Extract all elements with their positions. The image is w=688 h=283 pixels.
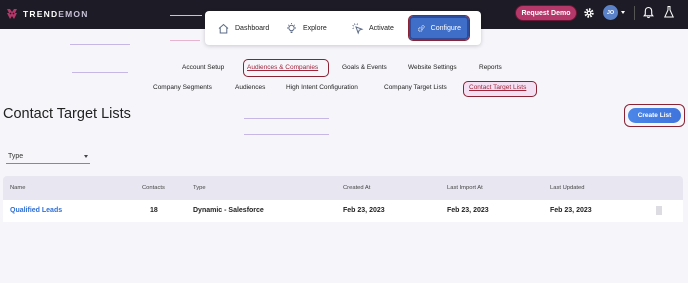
list-name-link[interactable]: Qualified Leads (10, 207, 62, 214)
nav-contact-target-lists[interactable]: Contact Target Lists (469, 84, 526, 91)
logo-icon (7, 9, 17, 19)
type-filter-label: Type (8, 153, 24, 160)
user-avatar[interactable]: JO (603, 5, 618, 20)
module-label: Configure (430, 24, 461, 32)
module-label: Explore (303, 24, 327, 32)
column-header[interactable]: Contacts (142, 185, 165, 191)
logo-text: TRENDEMON (23, 9, 89, 19)
render-artifact (244, 134, 329, 135)
nav-goals-events[interactable]: Goals & Events (342, 64, 387, 71)
create-list-button[interactable]: Create List (628, 108, 681, 123)
row-menu-icon[interactable] (656, 206, 662, 215)
settings-gear-icon[interactable] (583, 7, 595, 19)
lightbulb-icon (287, 22, 296, 33)
column-header[interactable]: Last Updated (550, 185, 584, 191)
chevron-down-icon[interactable] (621, 11, 625, 14)
nav-audiences[interactable]: Audiences (235, 84, 265, 91)
module-label: Dashboard (235, 24, 270, 32)
column-header[interactable]: Name (10, 185, 25, 191)
page-title: Contact Target Lists (3, 106, 131, 122)
module-menu: Dashboard Explore Activate Configure (205, 11, 481, 45)
created-at: Feb 23, 2023 (343, 207, 385, 214)
module-explore[interactable]: Explore (279, 16, 345, 40)
module-activate[interactable]: Activate (345, 16, 409, 40)
nav-company-segments[interactable]: Company Segments (153, 84, 212, 91)
table-row[interactable]: Qualified Leads 18 Dynamic - Salesforce … (3, 200, 683, 222)
chevron-down-icon (84, 155, 88, 158)
nav-website-settings[interactable]: Website Settings (408, 64, 457, 71)
divider (634, 6, 635, 20)
last-import-at: Feb 23, 2023 (447, 207, 489, 214)
home-icon (218, 23, 229, 33)
contacts-count: 18 (150, 207, 158, 214)
request-demo-button[interactable]: Request Demo (515, 5, 577, 21)
last-updated: Feb 23, 2023 (550, 207, 592, 214)
table-header: Name Contacts Type Created At Last Impor… (3, 176, 683, 200)
cursor-click-icon (352, 22, 364, 34)
nav-reports[interactable]: Reports (479, 64, 502, 71)
column-header[interactable]: Created At (343, 185, 370, 191)
render-artifact (244, 118, 329, 119)
flask-icon[interactable] (663, 5, 675, 19)
nav-account-setup[interactable]: Account Setup (182, 64, 224, 71)
column-header[interactable]: Type (193, 185, 206, 191)
bell-icon[interactable] (643, 6, 654, 19)
list-type: Dynamic - Salesforce (193, 207, 264, 214)
column-header[interactable]: Last Import At (447, 185, 483, 191)
type-filter-select[interactable]: Type (6, 150, 90, 164)
brand-logo[interactable]: TRENDEMON (5, 6, 89, 22)
render-artifact (170, 40, 200, 41)
render-artifact (170, 15, 202, 16)
nav-high-intent-configuration[interactable]: High Intent Configuration (286, 84, 358, 91)
render-artifact (72, 72, 128, 73)
gears-icon (418, 24, 425, 32)
module-dashboard[interactable]: Dashboard (211, 16, 279, 40)
nav-audiences-companies[interactable]: Audiences & Companies (247, 64, 318, 71)
render-artifact (70, 44, 130, 45)
module-configure[interactable]: Configure (408, 15, 470, 41)
nav-company-target-lists[interactable]: Company Target Lists (384, 84, 447, 91)
contact-lists-table: Name Contacts Type Created At Last Impor… (3, 176, 683, 222)
module-label: Activate (369, 24, 394, 32)
